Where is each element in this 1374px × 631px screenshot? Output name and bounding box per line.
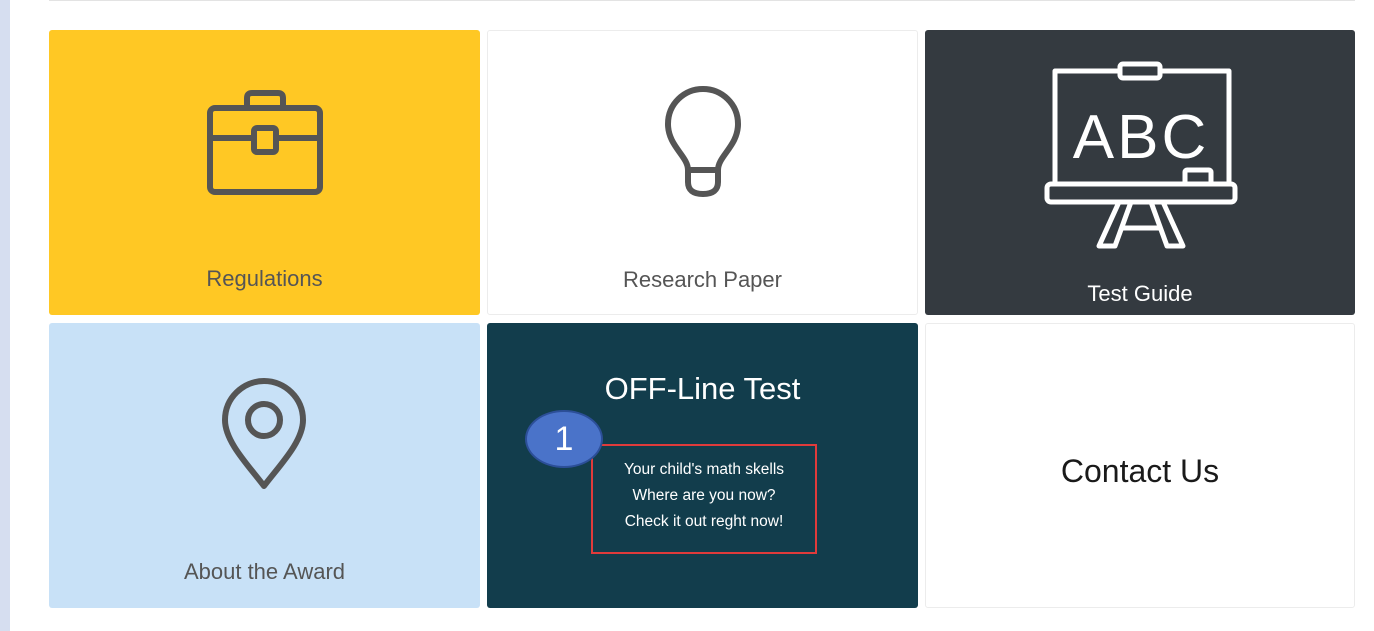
about-award-tile[interactable]: About the Award	[49, 323, 480, 608]
offline-test-description: Your child's math skells Where are you n…	[591, 457, 817, 535]
top-divider	[49, 0, 1355, 1]
offline-test-title: OFF-Line Test	[604, 371, 801, 406]
annotation-badge: 1	[525, 410, 603, 468]
contact-us-label: Contact Us	[1060, 453, 1220, 489]
chalkboard-abc-icon: ABC	[1044, 61, 1238, 249]
description-line: Your child's math skells	[623, 461, 785, 478]
description-line: Check it out reght now!	[624, 513, 784, 530]
research-paper-label: Research Paper	[623, 267, 782, 292]
research-paper-tile[interactable]: Research Paper	[487, 30, 918, 315]
regulations-tile[interactable]: Regulations	[49, 30, 480, 315]
map-pin-icon	[222, 378, 306, 489]
chalkboard-text: ABC	[1073, 103, 1209, 172]
test-guide-tile[interactable]: ABC Test Guide	[925, 30, 1355, 315]
description-line: Where are you now?	[632, 487, 776, 504]
lightbulb-icon	[665, 86, 741, 197]
offline-test-tile[interactable]: OFF-Line Test Your child's math skells W…	[487, 323, 918, 608]
contact-us-tile[interactable]: Contact Us	[925, 323, 1355, 608]
left-edge-strip	[0, 0, 10, 631]
briefcase-icon	[207, 90, 323, 195]
test-guide-label: Test Guide	[1087, 281, 1193, 306]
about-award-label: About the Award	[183, 559, 346, 584]
regulations-label: Regulations	[206, 266, 323, 291]
